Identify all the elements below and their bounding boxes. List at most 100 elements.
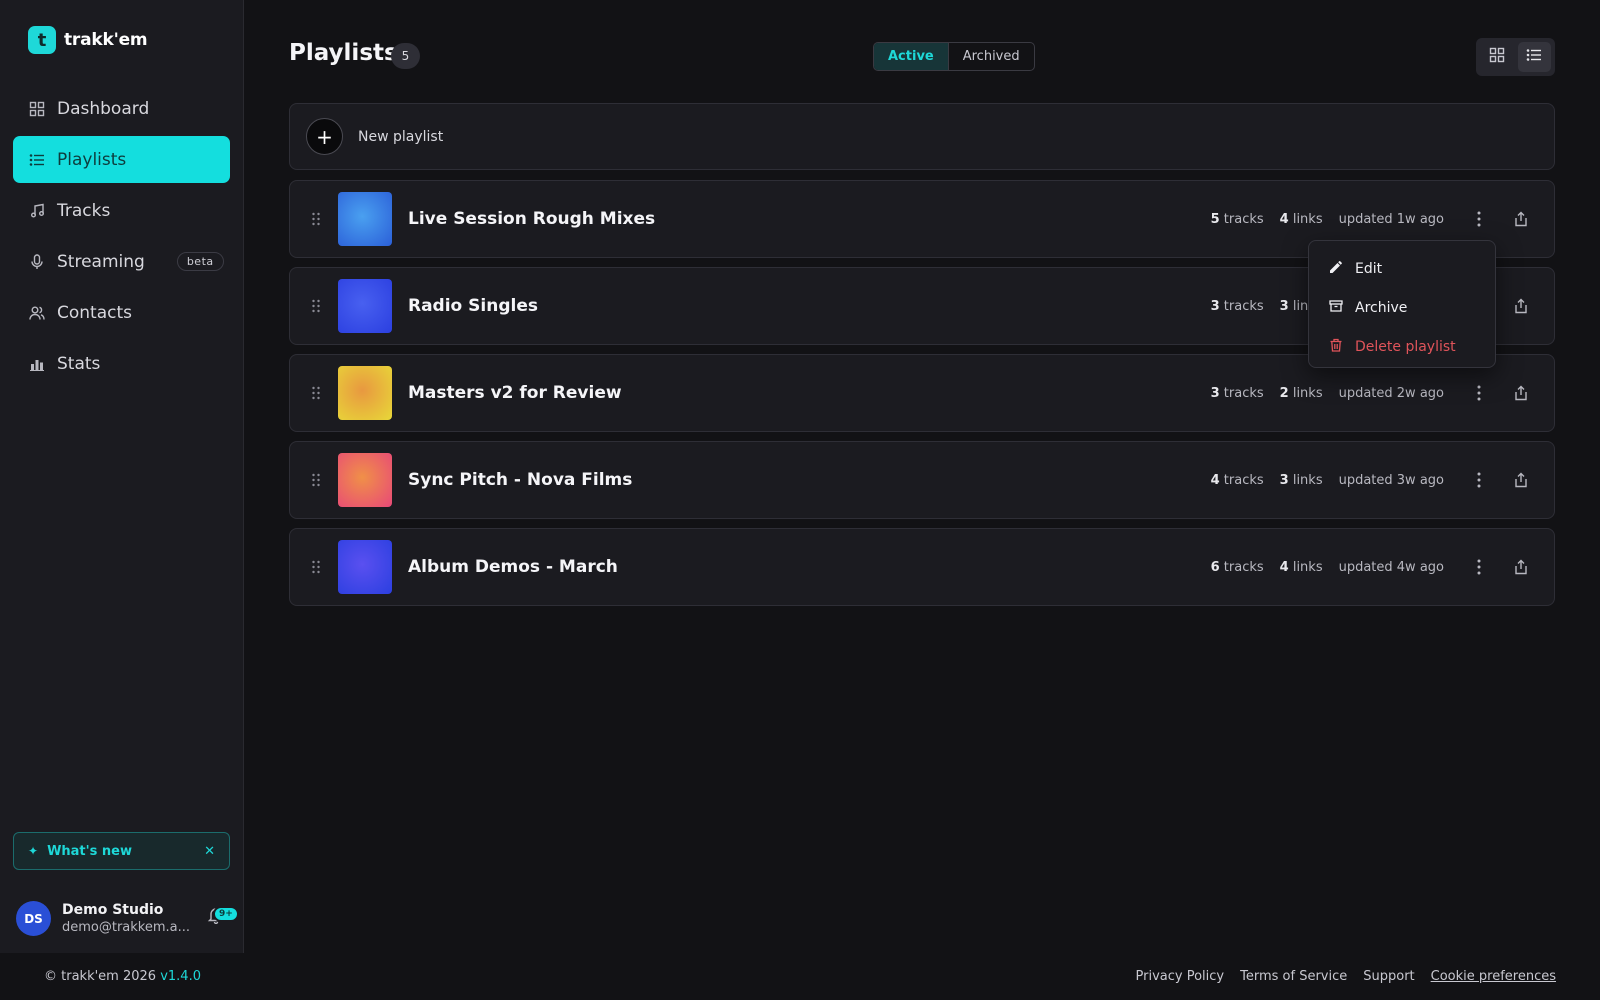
copyright-text: © trakk'em 2026 bbox=[44, 969, 157, 984]
list-icon bbox=[1526, 47, 1542, 67]
logo-icon: t bbox=[28, 26, 56, 54]
privacy-policy-link[interactable]: Privacy Policy bbox=[1136, 969, 1225, 984]
playlist-meta: 5 tracks 4 links updated 1w ago bbox=[1211, 212, 1444, 227]
updated-time: updated 4w ago bbox=[1338, 559, 1444, 575]
links-count: 3 links bbox=[1279, 472, 1323, 488]
whats-new-banner[interactable]: ✦ What's new ✕ bbox=[13, 832, 230, 870]
playlist-meta: 4 tracks 3 links updated 3w ago bbox=[1211, 473, 1444, 488]
share-icon[interactable] bbox=[1506, 291, 1536, 321]
copyright: © trakk'em 2026 v1.4.0 bbox=[44, 969, 201, 984]
footer: © trakk'em 2026 v1.4.0 Privacy Policy Te… bbox=[0, 953, 1600, 1000]
share-icon[interactable] bbox=[1506, 204, 1536, 234]
terms-of-service-link[interactable]: Terms of Service bbox=[1240, 969, 1347, 984]
playlist-count-badge: 5 bbox=[391, 43, 420, 69]
playlist-thumbnail bbox=[338, 279, 392, 333]
drag-handle-icon[interactable] bbox=[310, 473, 322, 487]
bar-chart-icon bbox=[29, 356, 45, 372]
avatar: DS bbox=[16, 901, 51, 936]
tracks-count: 6 tracks bbox=[1210, 559, 1264, 575]
pencil-icon bbox=[1329, 260, 1343, 278]
drag-handle-icon[interactable] bbox=[310, 386, 322, 400]
playlist-thumbnail bbox=[338, 192, 392, 246]
playlist-title[interactable]: Album Demos - March bbox=[408, 557, 1211, 577]
sidebar-item-label: Playlists bbox=[57, 149, 127, 170]
archive-icon bbox=[1329, 299, 1343, 317]
playlist-thumbnail bbox=[338, 540, 392, 594]
playlist-title[interactable]: Sync Pitch - Nova Films bbox=[408, 470, 1211, 490]
list-view-button[interactable] bbox=[1517, 42, 1551, 72]
sidebar-item-label: Streaming bbox=[57, 251, 145, 272]
share-icon[interactable] bbox=[1506, 465, 1536, 495]
menu-item-label: Edit bbox=[1355, 260, 1383, 277]
share-icon[interactable] bbox=[1506, 552, 1536, 582]
version-link[interactable]: v1.4.0 bbox=[160, 969, 201, 984]
tracks-count: 5 tracks bbox=[1210, 211, 1264, 227]
more-options-icon[interactable] bbox=[1464, 552, 1494, 582]
share-icon[interactable] bbox=[1506, 378, 1536, 408]
playlist-title[interactable]: Live Session Rough Mixes bbox=[408, 209, 1211, 229]
list-icon bbox=[29, 152, 45, 168]
more-options-icon[interactable] bbox=[1464, 465, 1494, 495]
grid-icon bbox=[1489, 47, 1505, 67]
menu-item-label: Archive bbox=[1355, 299, 1408, 316]
support-link[interactable]: Support bbox=[1363, 969, 1414, 984]
sidebar-item-contacts[interactable]: Contacts bbox=[13, 289, 230, 336]
grid-icon bbox=[29, 101, 45, 117]
users-icon bbox=[29, 305, 45, 321]
updated-time: updated 1w ago bbox=[1338, 211, 1444, 227]
music-note-icon bbox=[29, 203, 45, 219]
user-email: demo@trakkem.a... bbox=[62, 920, 191, 935]
user-profile[interactable]: DS Demo Studio demo@trakkem.a... bbox=[0, 884, 244, 953]
cookie-preferences-link[interactable]: Cookie preferences bbox=[1431, 969, 1556, 984]
sidebar-item-stats[interactable]: Stats bbox=[13, 340, 230, 387]
playlist-thumbnail bbox=[338, 453, 392, 507]
microphone-icon bbox=[29, 253, 45, 270]
drag-handle-icon[interactable] bbox=[310, 560, 322, 574]
app-name: trakk'em bbox=[64, 30, 148, 50]
sidebar-item-tracks[interactable]: Tracks bbox=[13, 187, 230, 234]
user-info: Demo Studio demo@trakkem.a... bbox=[62, 902, 190, 935]
sidebar-item-label: Stats bbox=[57, 353, 101, 374]
playlist-context-menu: Edit Archive Delete playlist bbox=[1308, 240, 1496, 368]
menu-item-archive[interactable]: Archive bbox=[1309, 288, 1495, 327]
playlist-row[interactable]: Album Demos - March 6 tracks 4 links update… bbox=[289, 528, 1555, 606]
more-options-icon[interactable] bbox=[1464, 204, 1494, 234]
playlist-row[interactable]: Sync Pitch - Nova Films 4 tracks 3 links up… bbox=[289, 441, 1555, 519]
drag-handle-icon[interactable] bbox=[310, 212, 322, 226]
app-logo[interactable]: t trakk'em bbox=[28, 26, 148, 54]
sidebar: t trakk'em Dashboard Playlists Tracks St… bbox=[0, 0, 244, 953]
links-count: 4 links bbox=[1279, 559, 1323, 575]
close-icon[interactable]: ✕ bbox=[204, 844, 215, 859]
tracks-count: 3 tracks bbox=[1210, 385, 1264, 401]
sparkle-icon: ✦ bbox=[28, 844, 39, 858]
trash-icon bbox=[1329, 338, 1343, 356]
links-count: 2 links bbox=[1279, 385, 1323, 401]
playlist-title[interactable]: Masters v2 for Review bbox=[408, 383, 1211, 403]
plus-icon: + bbox=[306, 118, 343, 155]
playlist-meta: 3 tracks 2 links updated 2w ago bbox=[1211, 386, 1444, 401]
links-count: 4 links bbox=[1279, 211, 1323, 227]
tracks-count: 3 tracks bbox=[1210, 298, 1264, 314]
sidebar-item-label: Dashboard bbox=[57, 98, 150, 119]
filter-active-button[interactable]: Active bbox=[874, 43, 949, 70]
status-filter-toggle: Active Archived bbox=[873, 42, 1035, 71]
footer-links: Privacy Policy Terms of Service Support … bbox=[1136, 969, 1556, 984]
playlist-title[interactable]: Radio Singles bbox=[408, 296, 1211, 316]
sidebar-item-label: Tracks bbox=[57, 200, 111, 221]
new-playlist-button[interactable]: + New playlist bbox=[289, 103, 1555, 170]
grid-view-button[interactable] bbox=[1480, 42, 1514, 72]
beta-badge: beta bbox=[176, 252, 224, 271]
menu-item-delete[interactable]: Delete playlist bbox=[1309, 327, 1495, 366]
sidebar-item-streaming[interactable]: Streaming beta bbox=[13, 238, 230, 285]
sidebar-item-playlists[interactable]: Playlists bbox=[13, 136, 230, 183]
user-name: Demo Studio bbox=[62, 902, 164, 918]
menu-item-edit[interactable]: Edit bbox=[1309, 249, 1495, 288]
drag-handle-icon[interactable] bbox=[310, 299, 322, 313]
updated-time: updated 2w ago bbox=[1338, 385, 1444, 401]
view-mode-switch bbox=[1476, 38, 1555, 76]
more-options-icon[interactable] bbox=[1464, 378, 1494, 408]
sidebar-item-dashboard[interactable]: Dashboard bbox=[13, 85, 230, 132]
filter-archived-button[interactable]: Archived bbox=[949, 43, 1034, 70]
menu-item-label: Delete playlist bbox=[1355, 338, 1456, 355]
playlist-thumbnail bbox=[338, 366, 392, 420]
